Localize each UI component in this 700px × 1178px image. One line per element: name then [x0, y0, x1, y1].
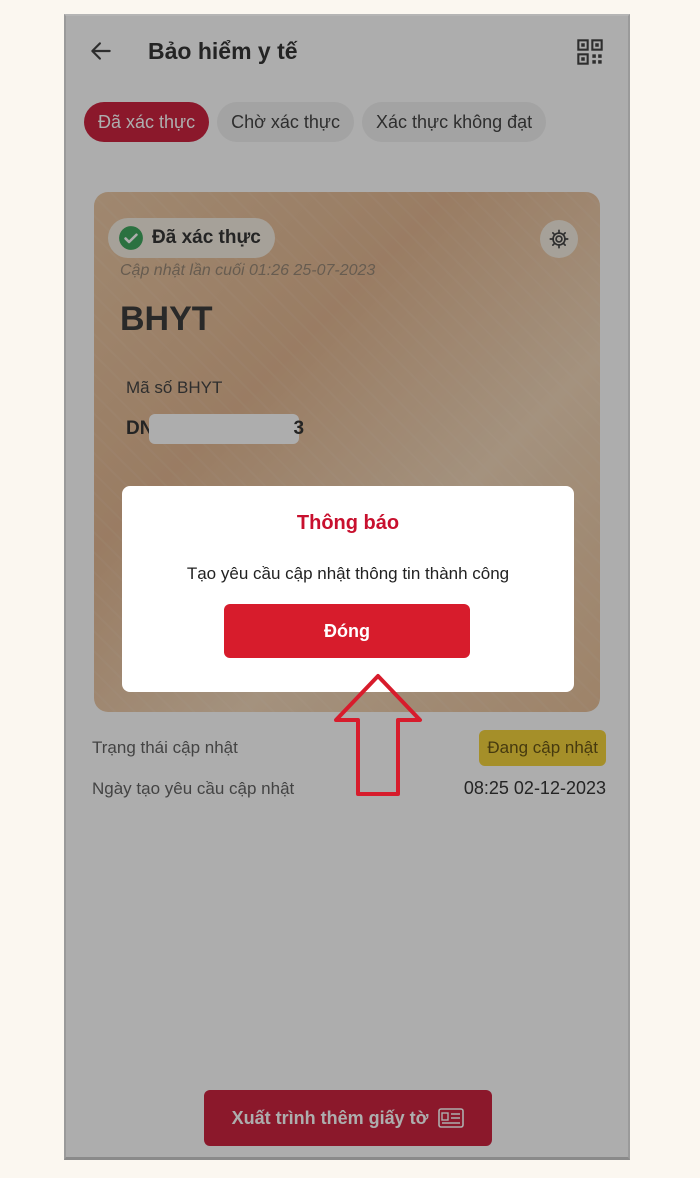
- notification-dialog: Thông báo Tạo yêu cầu cập nhật thông tin…: [122, 486, 574, 692]
- dialog-title: Thông báo: [296, 512, 400, 534]
- close-button[interactable]: Đóng: [224, 604, 470, 658]
- phone-screen: Bảo hiểm y tế Đã xác thực Chờ xác thực X…: [64, 14, 630, 1160]
- annotation-arrow: [334, 674, 422, 796]
- dialog-message: Tạo yêu cầu cập nhật thông tin thành côn…: [186, 564, 510, 583]
